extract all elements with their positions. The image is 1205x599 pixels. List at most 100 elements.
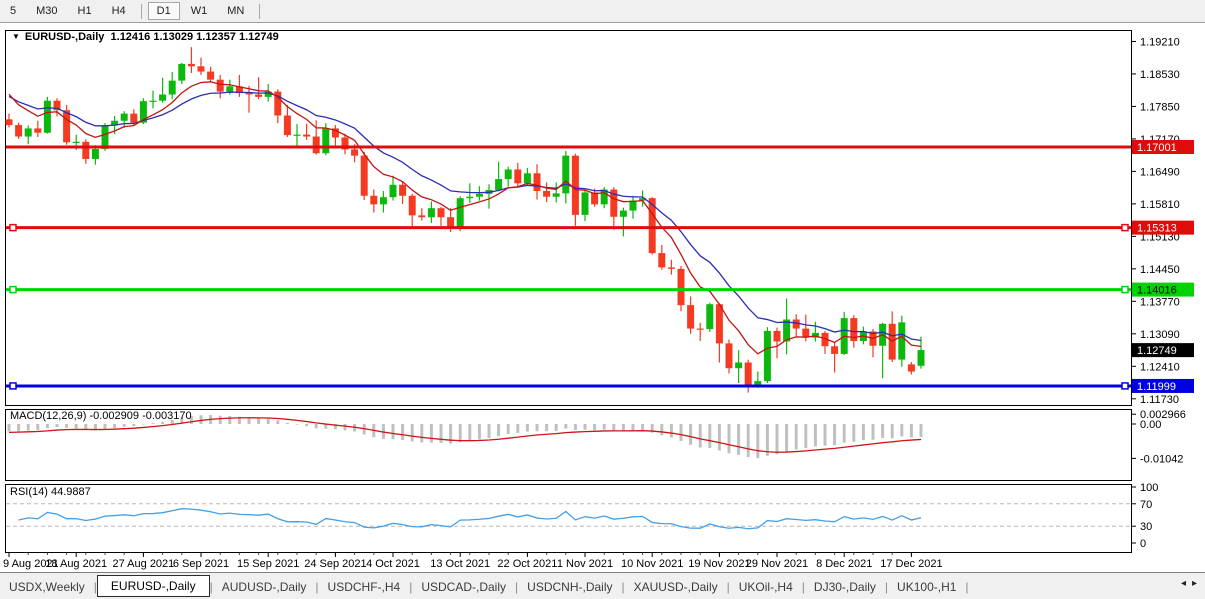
date-label: 27 Aug 2021 bbox=[113, 558, 175, 570]
candle bbox=[92, 149, 99, 159]
candle bbox=[476, 194, 483, 197]
candle bbox=[399, 185, 406, 196]
price-chart[interactable]: 1.192101.185301.178501.171701.164901.158… bbox=[0, 0, 1205, 572]
line-handle[interactable] bbox=[10, 383, 16, 389]
date-label: 10 Nov 2021 bbox=[621, 558, 683, 570]
candle bbox=[726, 343, 733, 368]
price-tick-label: 1.18530 bbox=[1140, 69, 1180, 81]
tab-usdcnh-daily[interactable]: USDCNH-,Daily bbox=[518, 577, 621, 597]
date-label: 18 Aug 2021 bbox=[45, 558, 107, 570]
tab-ukoil-h4[interactable]: UKOil-,H4 bbox=[730, 577, 802, 597]
candle bbox=[303, 135, 310, 137]
candle bbox=[466, 197, 473, 198]
candle bbox=[745, 362, 752, 386]
candle bbox=[15, 125, 22, 136]
candle bbox=[918, 350, 925, 366]
candle bbox=[620, 211, 627, 217]
timeframe-button-mn[interactable]: MN bbox=[218, 2, 253, 20]
candle bbox=[716, 304, 723, 343]
line-price-label-1.17001: 1.17001 bbox=[1132, 140, 1194, 154]
date-label: 22 Oct 2021 bbox=[497, 558, 557, 570]
candle bbox=[553, 193, 560, 196]
line-handle[interactable] bbox=[1122, 287, 1128, 293]
tab-usdcad-daily[interactable]: USDCAD-,Daily bbox=[412, 577, 515, 597]
candle bbox=[495, 179, 502, 190]
chart-dropdown-icon[interactable]: ▼ bbox=[12, 32, 20, 41]
price-tick-label: 1.11730 bbox=[1140, 394, 1179, 406]
trading-terminal: 5M30H1H4D1W1MN 1.192101.185301.178501.17… bbox=[0, 0, 1205, 599]
rsi-panel[interactable] bbox=[6, 485, 1132, 553]
candle bbox=[198, 66, 205, 71]
line-price-label-1.11999: 1.11999 bbox=[1132, 379, 1194, 393]
candle bbox=[658, 253, 665, 267]
svg-text:1.11999: 1.11999 bbox=[1137, 381, 1176, 393]
candle bbox=[831, 346, 838, 354]
candle bbox=[390, 185, 397, 197]
chart-title: ▼ EURUSD-,Daily 1.12416 1.13029 1.12357 1… bbox=[12, 31, 279, 43]
timeframe-button-h4[interactable]: H4 bbox=[103, 2, 135, 20]
line-handle[interactable] bbox=[1122, 383, 1128, 389]
date-label: 13 Oct 2021 bbox=[430, 558, 490, 570]
macd-indicator-label: MACD(12,26,9) -0.002909 -0.003170 bbox=[10, 410, 192, 422]
line-handle[interactable] bbox=[10, 225, 16, 231]
candle bbox=[534, 173, 541, 191]
tab-usdchf-h4[interactable]: USDCHF-,H4 bbox=[319, 577, 410, 597]
timeframe-button-w1[interactable]: W1 bbox=[182, 2, 217, 20]
tab-scroll-right-icon[interactable]: ▸ bbox=[1192, 578, 1197, 589]
candle bbox=[908, 364, 915, 371]
candle bbox=[217, 80, 224, 92]
svg-text:1.15313: 1.15313 bbox=[1137, 223, 1177, 235]
tab-scroll-left-icon[interactable]: ◂ bbox=[1181, 578, 1186, 589]
candle bbox=[543, 191, 550, 197]
svg-text:1.17001: 1.17001 bbox=[1137, 142, 1177, 154]
candle bbox=[121, 114, 128, 121]
candle bbox=[668, 267, 675, 268]
chart-tabs-bar: USDX,Weekly|EURUSD-,Daily|AUDUSD-,Daily|… bbox=[0, 572, 1205, 599]
timeframe-button-m30[interactable]: M30 bbox=[27, 2, 66, 20]
svg-text:1.14016: 1.14016 bbox=[1137, 285, 1177, 297]
line-handle[interactable] bbox=[1122, 225, 1128, 231]
toolbar-separator bbox=[259, 4, 260, 19]
timeframe-button-h1[interactable]: H1 bbox=[69, 2, 101, 20]
candle bbox=[294, 135, 301, 136]
macd-axis-label: -0.01042 bbox=[1140, 453, 1183, 465]
macd-axis-label: 0.00 bbox=[1140, 419, 1161, 431]
line-price-label-1.14016: 1.14016 bbox=[1132, 283, 1194, 297]
current-price-label: 1.12749 bbox=[1132, 343, 1194, 357]
date-label: 1 Nov 2021 bbox=[557, 558, 613, 570]
candle bbox=[687, 305, 694, 328]
candle bbox=[6, 119, 13, 125]
timeframe-button-d1[interactable]: D1 bbox=[148, 2, 180, 20]
candle bbox=[457, 198, 464, 229]
candle bbox=[255, 94, 262, 96]
candle bbox=[562, 156, 569, 194]
candle bbox=[130, 114, 137, 123]
price-tick-label: 1.14450 bbox=[1140, 264, 1180, 276]
price-tick-label: 1.12410 bbox=[1140, 361, 1180, 373]
tab-uk100-h1[interactable]: UK100-,H1 bbox=[888, 577, 965, 597]
timeframe-button-5[interactable]: 5 bbox=[1, 2, 25, 20]
tab-audusd-daily[interactable]: AUDUSD-,Daily bbox=[213, 577, 316, 597]
tab-xauusd-daily[interactable]: XAUUSD-,Daily bbox=[625, 577, 727, 597]
price-tick-label: 1.13090 bbox=[1140, 329, 1180, 341]
chart-symbol-label: EURUSD-,Daily bbox=[25, 31, 104, 43]
toolbar-separator bbox=[141, 4, 142, 19]
candle bbox=[409, 196, 416, 216]
candle bbox=[159, 94, 166, 100]
tab-dj30-daily[interactable]: DJ30-,Daily bbox=[805, 577, 885, 597]
candle bbox=[82, 142, 89, 159]
price-tick-label: 1.13770 bbox=[1140, 296, 1180, 308]
date-label: 29 Nov 2021 bbox=[746, 558, 808, 570]
candle bbox=[438, 208, 445, 217]
line-handle[interactable] bbox=[10, 287, 16, 293]
candle bbox=[351, 149, 358, 155]
tab-usdx-weekly[interactable]: USDX,Weekly bbox=[0, 577, 94, 597]
candle bbox=[313, 137, 320, 154]
price-tick-label: 1.19210 bbox=[1140, 36, 1180, 48]
tab-eurusd-daily[interactable]: EURUSD-,Daily bbox=[97, 575, 210, 597]
candle bbox=[735, 362, 742, 368]
chart-ohlc-values: 1.12416 1.13029 1.12357 1.12749 bbox=[111, 31, 279, 43]
candle bbox=[150, 101, 157, 102]
timeframe-toolbar: 5M30H1H4 D1W1MN bbox=[0, 0, 1205, 23]
candle bbox=[505, 169, 512, 179]
